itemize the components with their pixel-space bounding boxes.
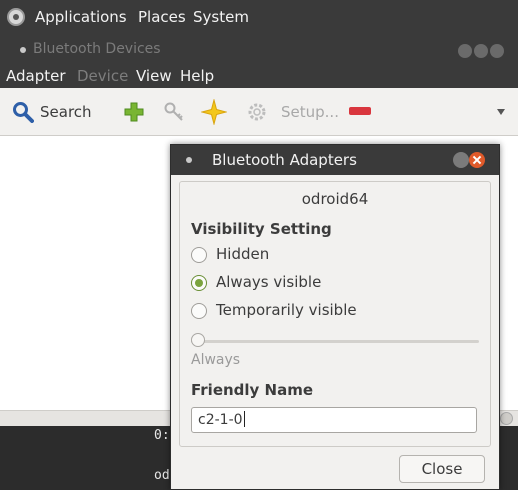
toolbar: Search Setup... — [0, 88, 518, 136]
search-icon — [13, 102, 34, 123]
radio-temporarily-visible-indicator[interactable] — [191, 303, 207, 319]
friendly-name-heading: Friendly Name — [191, 381, 314, 399]
applications-logo-icon[interactable] — [7, 8, 25, 26]
timeout-slider-track — [191, 340, 479, 343]
remove-icon[interactable] — [349, 107, 371, 115]
dialog-titlebar[interactable]: Bluetooth Adapters — [171, 145, 499, 175]
radio-always-visible[interactable]: Always visible — [191, 273, 351, 293]
timeout-slider-handle — [191, 333, 205, 347]
terminal-line: od — [154, 468, 170, 483]
menu-view[interactable]: View — [136, 67, 172, 85]
top-panel: Applications Places System — [0, 0, 518, 36]
search-button[interactable] — [12, 101, 34, 123]
add-icon — [124, 102, 144, 122]
terminal-line: 0: — [154, 428, 170, 443]
close-button[interactable]: Close — [399, 455, 485, 483]
menu-device: Device — [77, 67, 129, 85]
radio-temporarily-visible-label[interactable]: Temporarily visible — [216, 301, 357, 319]
dropdown-arrow-icon[interactable] — [497, 109, 505, 115]
dialog-minimize-button[interactable] — [453, 152, 469, 168]
bluetooth-window-title: Bluetooth Devices — [33, 41, 161, 57]
text-caret — [243, 411, 245, 427]
setup-button-label: Setup... — [281, 103, 339, 121]
setup-button-icon — [246, 101, 268, 123]
radio-always-visible-label[interactable]: Always visible — [216, 273, 321, 291]
window-close-button[interactable] — [490, 44, 504, 58]
radio-temporarily-visible[interactable]: Temporarily visible — [191, 301, 391, 321]
radio-hidden-indicator[interactable] — [191, 247, 207, 263]
window-maximize-button[interactable] — [474, 44, 488, 58]
radio-hidden[interactable]: Hidden — [191, 245, 301, 265]
dialog-close-icon[interactable] — [469, 152, 485, 168]
bluetooth-window-titlebar[interactable]: Bluetooth Devices — [0, 36, 518, 64]
friendly-name-value: c2-1-0 — [198, 412, 243, 428]
pair-device-button — [163, 101, 185, 123]
key-icon — [164, 102, 183, 121]
dialog-title: Bluetooth Adapters — [212, 151, 357, 169]
trust-device-button[interactable] — [200, 98, 228, 126]
panel-menu-system[interactable]: System — [193, 8, 249, 26]
radio-hidden-label[interactable]: Hidden — [216, 245, 269, 263]
window-minimize-button[interactable] — [458, 44, 472, 58]
panel-menu-applications[interactable]: Applications — [35, 8, 127, 26]
menubar: Adapter Device View Help — [0, 64, 518, 88]
search-button-label[interactable]: Search — [40, 103, 92, 121]
menu-help[interactable]: Help — [180, 67, 214, 85]
visibility-heading: Visibility Setting — [191, 220, 332, 238]
panel-menu-places[interactable]: Places — [138, 8, 186, 26]
star-icon — [200, 98, 228, 126]
resize-grip[interactable] — [500, 412, 513, 425]
add-device-button[interactable] — [123, 101, 145, 123]
gear-icon — [248, 103, 266, 121]
bluetooth-adapters-dialog: Bluetooth Adapters odroid64 Visibility S… — [170, 144, 500, 490]
window-menu-icon[interactable] — [20, 47, 26, 53]
timeout-slider-caption: Always — [191, 352, 241, 368]
menu-adapter[interactable]: Adapter — [6, 67, 66, 85]
dialog-menu-icon[interactable] — [186, 157, 192, 163]
radio-always-visible-indicator[interactable] — [191, 275, 207, 291]
friendly-name-input[interactable]: c2-1-0 — [191, 407, 477, 433]
adapter-name: odroid64 — [301, 190, 369, 208]
